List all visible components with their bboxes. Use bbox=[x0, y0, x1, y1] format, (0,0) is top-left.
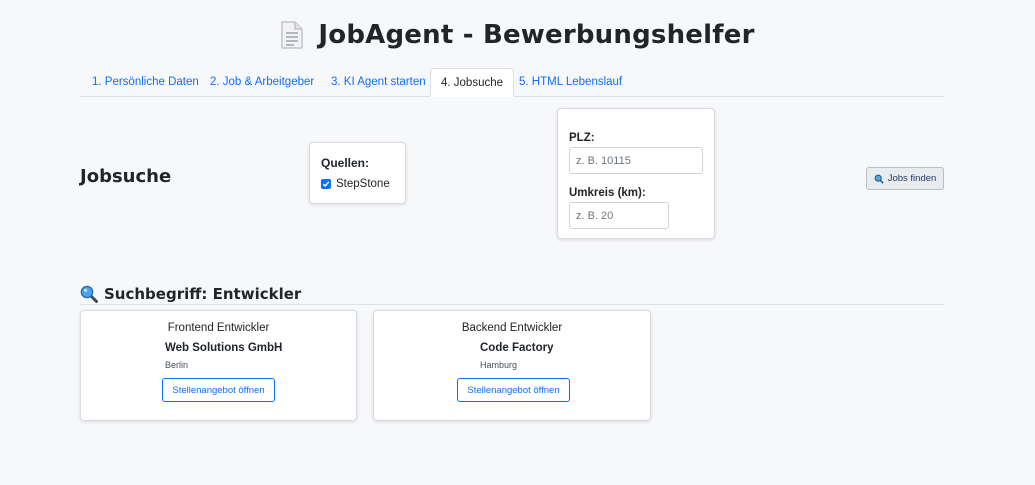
job-title: Frontend Entwickler bbox=[167, 322, 270, 334]
document-icon bbox=[280, 21, 304, 49]
radius-label: Umkreis (km): bbox=[569, 187, 646, 199]
tab-persoenliche-daten[interactable]: 1. Persönliche Daten bbox=[92, 68, 199, 96]
plz-input[interactable] bbox=[569, 147, 703, 174]
tab-html-lebenslauf[interactable]: 5. HTML Lebenslauf bbox=[519, 68, 622, 96]
stepstone-option[interactable]: StepStone bbox=[321, 178, 390, 190]
section-title: Jobsuche bbox=[80, 166, 172, 187]
tab-ki-agent[interactable]: 3. KI Agent starten bbox=[331, 68, 426, 96]
page-header: JobAgent - Bewerbungshelfer bbox=[0, 20, 1035, 50]
open-job-button[interactable]: Stellenangebot öffnen bbox=[457, 378, 570, 402]
tab-jobsuche[interactable]: 4. Jobsuche bbox=[430, 68, 515, 97]
job-card: Frontend Entwickler Web Solutions GmbH B… bbox=[80, 310, 357, 421]
magnifier-icon bbox=[80, 285, 98, 303]
location-card: PLZ: Umkreis (km): bbox=[557, 108, 715, 239]
search-term-heading: Suchbegriff: Entwickler bbox=[80, 283, 944, 305]
job-company: Code Factory bbox=[480, 342, 554, 354]
job-title: Backend Entwickler bbox=[461, 322, 563, 334]
job-card: Backend Entwickler Code Factory Hamburg … bbox=[373, 310, 651, 421]
job-city: Hamburg bbox=[480, 360, 518, 370]
find-jobs-button[interactable]: Jobs finden bbox=[866, 167, 944, 190]
open-job-button[interactable]: Stellenangebot öffnen bbox=[162, 378, 275, 402]
plz-label: PLZ: bbox=[569, 132, 595, 144]
job-company: Web Solutions GmbH bbox=[165, 342, 283, 354]
checkmark-icon bbox=[322, 181, 330, 188]
radius-input[interactable] bbox=[569, 202, 669, 229]
sources-card: Quellen: StepStone bbox=[309, 142, 406, 204]
search-icon bbox=[874, 174, 884, 184]
job-city: Berlin bbox=[165, 360, 189, 370]
tab-bar: 1. Persönliche Daten 2. Job & Arbeitgebe… bbox=[80, 68, 944, 97]
stepstone-label: StepStone bbox=[336, 178, 390, 190]
sources-label: Quellen: bbox=[321, 156, 370, 170]
stepstone-checkbox[interactable] bbox=[321, 179, 331, 189]
page-title: JobAgent - Bewerbungshelfer bbox=[318, 20, 755, 50]
tab-job-arbeitgeber[interactable]: 2. Job & Arbeitgeber bbox=[210, 68, 314, 96]
search-term-label: Suchbegriff: Entwickler bbox=[104, 284, 302, 303]
find-jobs-label: Jobs finden bbox=[887, 173, 937, 184]
